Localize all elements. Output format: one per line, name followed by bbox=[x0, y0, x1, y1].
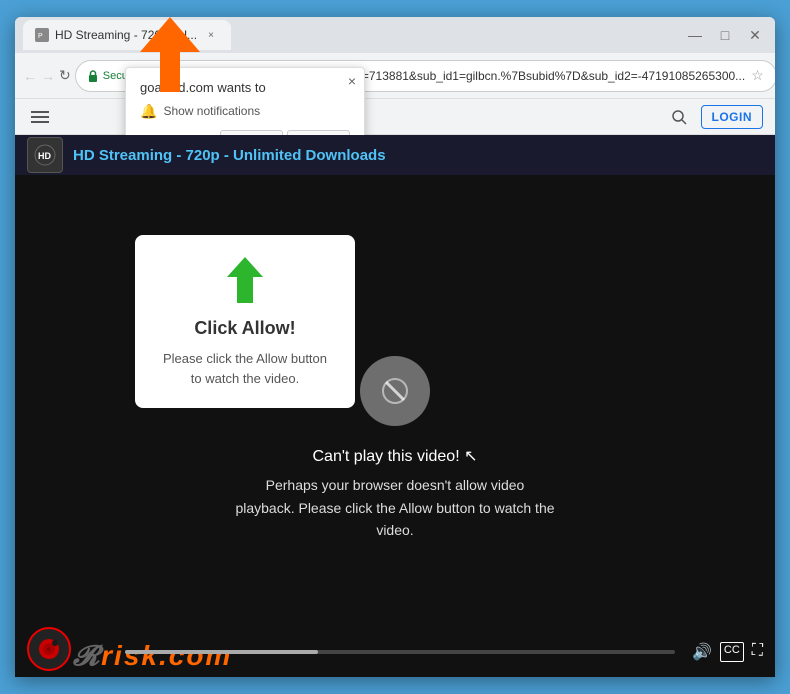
cant-play-desc: Perhaps your browser doesn't allow video… bbox=[235, 474, 555, 541]
back-button[interactable]: ← bbox=[23, 62, 37, 90]
click-allow-box: Click Allow! Please click the Allow butt… bbox=[135, 235, 355, 408]
cant-play-title: Can't play this video! ↖ bbox=[235, 446, 555, 466]
popup-title: goalked.com wants to bbox=[140, 80, 350, 95]
play-button[interactable] bbox=[360, 356, 430, 426]
title-bar: P HD Streaming - 720p - U... × — □ ✕ bbox=[15, 17, 775, 53]
window-controls: — □ ✕ bbox=[683, 23, 767, 47]
hamburger-menu[interactable] bbox=[27, 107, 53, 127]
video-controls: 🔊 CC ⛶ bbox=[692, 642, 763, 662]
forward-button[interactable]: → bbox=[41, 62, 55, 90]
cc-icon[interactable]: CC bbox=[720, 642, 744, 662]
browser-tab[interactable]: P HD Streaming - 720p - U... × bbox=[23, 20, 231, 50]
tab-title: HD Streaming - 720p - U... bbox=[55, 28, 197, 42]
pcrisk-logo bbox=[27, 627, 71, 671]
bell-icon: 🔔 bbox=[140, 103, 157, 120]
popup-notification-row: 🔔 Show notifications bbox=[140, 103, 350, 120]
click-allow-title: Click Allow! bbox=[159, 318, 331, 339]
content-area: HD HD Streaming - 720p - Unlimited Downl… bbox=[15, 135, 775, 677]
site-title: HD Streaming - 720p - Unlimited Download… bbox=[73, 147, 386, 164]
maximize-button[interactable]: □ bbox=[713, 23, 737, 47]
fullscreen-icon[interactable]: ⛶ bbox=[752, 642, 763, 662]
progress-bar-area[interactable] bbox=[125, 650, 675, 654]
popup-close-icon[interactable]: × bbox=[348, 74, 356, 88]
close-button[interactable]: ✕ bbox=[743, 23, 767, 47]
tab-favicon: P bbox=[35, 28, 49, 42]
green-arrow-icon bbox=[159, 255, 331, 310]
content-top-bar: HD HD Streaming - 720p - Unlimited Downl… bbox=[15, 135, 775, 175]
popup-notification-text: Show notifications bbox=[163, 104, 260, 118]
minimize-button[interactable]: — bbox=[683, 23, 707, 47]
pcrisk-text: 𝓡risk.com bbox=[73, 640, 232, 673]
tab-close-icon[interactable]: × bbox=[203, 27, 219, 43]
nav-bar: × goalked.com wants to 🔔 Show notificati… bbox=[15, 99, 775, 135]
cant-play-text: Can't play this video! ↖ Perhaps your br… bbox=[235, 446, 555, 541]
svg-text:HD: HD bbox=[38, 151, 51, 161]
bottom-bar: 𝓡risk.com 🔊 CC ⛶ bbox=[15, 627, 775, 677]
video-area: Click Allow! Please click the Allow butt… bbox=[15, 175, 775, 627]
pcrisk-circle bbox=[27, 627, 71, 671]
login-button[interactable]: LOGIN bbox=[701, 105, 764, 129]
browser-window: P HD Streaming - 720p - U... × — □ ✕ ← →… bbox=[15, 17, 775, 677]
bookmark-icon[interactable]: ☆ bbox=[751, 67, 764, 84]
search-button[interactable] bbox=[665, 103, 693, 131]
svg-text:P: P bbox=[38, 33, 43, 40]
site-logo: HD bbox=[27, 137, 63, 173]
volume-icon[interactable]: 🔊 bbox=[692, 642, 712, 662]
click-allow-text: Please click the Allow button to watch t… bbox=[159, 349, 331, 388]
